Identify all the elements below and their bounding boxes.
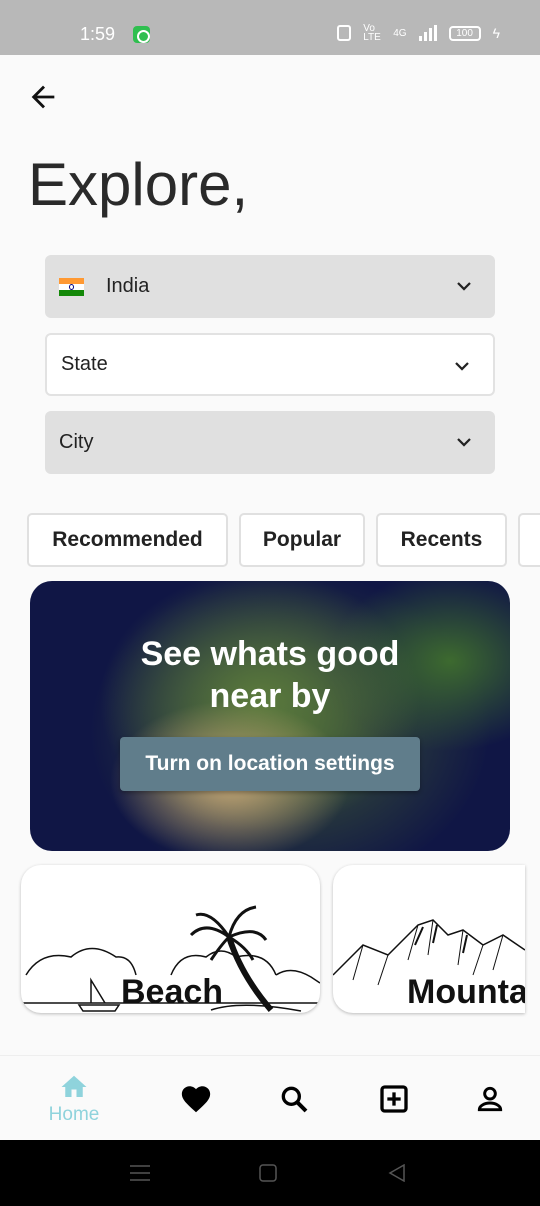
signal-icon <box>418 25 437 41</box>
chevron-down-icon <box>457 438 471 447</box>
battery-icon: 100 <box>448 25 481 41</box>
app-notification-icon <box>133 26 150 43</box>
banner-line-1: See whats good <box>140 635 400 673</box>
category-label-beach: Beach <box>121 973 224 1011</box>
city-value: City <box>59 431 94 453</box>
location-banner: See whats good near by Turn on location … <box>30 581 510 851</box>
charging-icon: ϟ <box>492 25 500 41</box>
country-dropdown[interactable]: India <box>45 255 495 318</box>
menu-icon[interactable] <box>130 1164 150 1182</box>
back-triangle-icon[interactable] <box>388 1164 406 1182</box>
back-button[interactable] <box>26 80 60 114</box>
status-bar: 1:59 Vo LTE 4G 100 ϟ <box>0 0 540 55</box>
add-box-icon <box>380 1084 408 1113</box>
city-dropdown[interactable]: City <box>45 411 495 474</box>
category-tabs: Recommended Popular Recents <box>27 513 540 567</box>
search-icon <box>281 1086 308 1112</box>
volte-indicator: Vo LTE <box>363 23 381 43</box>
nav-favorites[interactable] <box>176 1056 216 1141</box>
network-gen: 4G <box>393 27 407 39</box>
system-navigation-bar <box>0 1140 540 1206</box>
tab-recommended[interactable]: Recommended <box>27 513 228 567</box>
india-flag-icon <box>59 277 84 296</box>
status-time: 1:59 <box>80 24 116 44</box>
nav-home-label: Home <box>48 1103 100 1125</box>
chevron-down-icon <box>455 362 469 371</box>
country-value: India <box>106 275 150 297</box>
banner-headline: See whats good near by <box>30 633 510 717</box>
nav-add[interactable] <box>374 1056 414 1141</box>
person-icon <box>477 1086 503 1111</box>
category-card-mountain[interactable]: Mountain <box>333 865 525 1013</box>
category-label-mountain: Mountain <box>407 973 525 1011</box>
arrow-back-icon <box>31 85 55 109</box>
location-settings-button[interactable]: Turn on location settings <box>120 737 420 791</box>
page-title: Explore, <box>28 151 249 218</box>
state-dropdown[interactable]: State <box>45 333 495 396</box>
heart-icon <box>181 1085 211 1112</box>
category-card-beach[interactable]: Beach <box>21 865 320 1013</box>
vibrate-icon <box>337 25 352 41</box>
banner-line-2: near by <box>209 677 331 715</box>
tab-popular[interactable]: Popular <box>239 513 365 567</box>
nav-profile[interactable] <box>470 1056 510 1141</box>
home-icon <box>61 1075 87 1097</box>
home-square-icon[interactable] <box>259 1164 277 1182</box>
status-indicators: Vo LTE 4G 100 ϟ <box>337 23 500 43</box>
nav-search[interactable] <box>274 1056 314 1141</box>
bottom-navigation: Home <box>0 1055 540 1140</box>
tab-more[interactable] <box>518 513 540 567</box>
state-value: State <box>61 353 108 375</box>
nav-home[interactable]: Home <box>40 1056 108 1141</box>
tab-recents[interactable]: Recents <box>376 513 507 567</box>
chevron-down-icon <box>457 282 471 291</box>
